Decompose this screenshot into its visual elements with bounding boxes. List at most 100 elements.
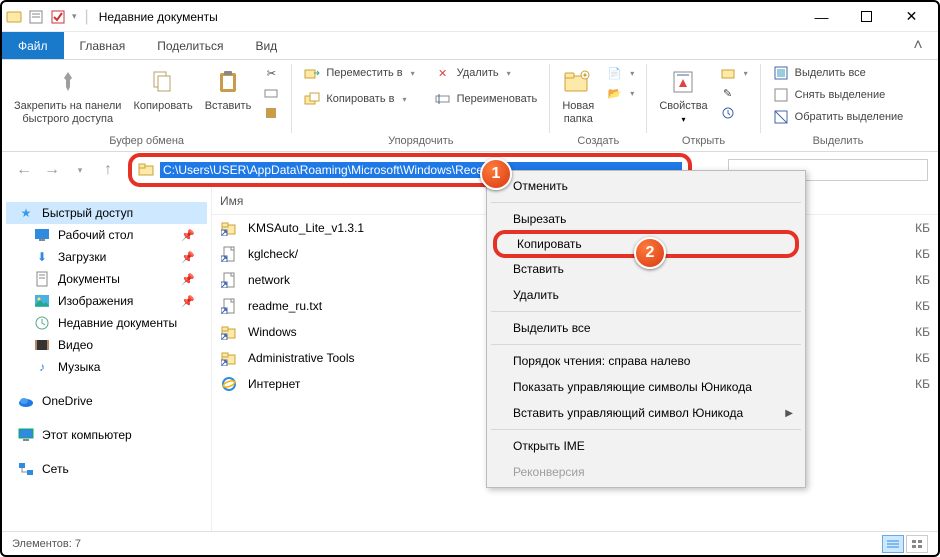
window-controls: — ✕ [799,2,934,32]
copy-path-button[interactable] [259,84,283,102]
history-button[interactable] [716,104,752,122]
ctx-select-all[interactable]: Выделить все [489,315,803,341]
callout-badge-1: 1 [480,158,512,190]
select-all-icon [773,65,789,81]
invert-selection-button[interactable]: Обратить выделение [769,108,908,126]
sidebar-this-pc[interactable]: Этот компьютер [6,424,207,446]
file-size: КБ [870,273,930,287]
ctx-divider [491,202,801,203]
ctx-read-order[interactable]: Порядок чтения: справа налево [489,348,803,374]
rename-button[interactable]: Переименовать [431,90,542,108]
sidebar-recent[interactable]: Недавние документы [6,312,207,334]
group-new: ✦ Новая папка 📄▾ 📂▾ Создать [550,60,646,151]
new-item-icon: 📄 [606,65,622,81]
sidebar-pictures[interactable]: Изображения📌 [6,290,207,312]
open-button[interactable]: ▾ [716,64,752,82]
properties-button[interactable]: Свойства ▾ [653,62,713,128]
open-icon [720,65,736,81]
minimize-button[interactable]: — [799,2,844,32]
ctx-reconversion: Реконверсия [489,459,803,485]
music-icon: ♪ [34,359,50,375]
group-select: Выделить все Снять выделение Обратить вы… [761,60,916,151]
pin-button[interactable]: Закрепить на панели быстрого доступа [8,62,127,129]
pin-icon: 📌 [181,229,195,242]
pin-icon: 📌 [181,273,195,286]
tab-share[interactable]: Поделиться [141,32,239,59]
sidebar-desktop[interactable]: Рабочий стол📌 [6,224,207,246]
select-all-button[interactable]: Выделить все [769,64,908,82]
pin-icon: 📌 [181,295,195,308]
sidebar-quick-access[interactable]: ★Быстрый доступ [6,202,207,224]
close-button[interactable]: ✕ [889,2,934,32]
qat-properties-icon[interactable] [28,9,44,25]
new-item-button[interactable]: 📄▾ [602,64,638,82]
file-type-icon [220,271,238,289]
forward-button[interactable]: → [40,158,64,182]
ctx-open-ime[interactable]: Открыть IME [489,433,803,459]
pc-icon [18,427,34,443]
rename-icon [435,91,451,107]
view-details-button[interactable] [882,535,904,553]
downloads-icon: ⬇ [34,249,50,265]
group-organize: Переместить в▾ Копировать в▾ ✕Удалить▾ П… [292,60,549,151]
pictures-icon [34,293,50,309]
properties-icon [667,66,699,98]
file-type-icon [220,349,238,367]
up-button[interactable]: ↑ [96,158,120,182]
ribbon-tabs: Файл Главная Поделиться Вид ˄ [2,32,938,60]
maximize-button[interactable] [844,2,889,32]
copy-to-button[interactable]: Копировать в▾ [300,90,418,108]
desktop-icon [34,227,50,243]
new-folder-button[interactable]: ✦ Новая папка [556,62,600,129]
paste-shortcut-button[interactable] [259,104,283,122]
sidebar-documents[interactable]: Документы📌 [6,268,207,290]
copy-to-icon [304,91,320,107]
sidebar-music[interactable]: ♪Музыка [6,356,207,378]
quick-access-toolbar: ▾ | [6,8,91,26]
file-size: КБ [870,325,930,339]
shortcut-icon [263,105,279,121]
tab-view[interactable]: Вид [239,32,293,59]
ctx-cut[interactable]: Вырезать [489,206,803,232]
ctx-undo[interactable]: Отменить [489,173,803,199]
qat-checkbox-icon[interactable] [50,9,66,25]
ctx-delete[interactable]: Удалить [489,282,803,308]
sidebar-onedrive[interactable]: OneDrive [6,390,207,412]
sidebar-network[interactable]: Сеть [6,458,207,480]
easy-access-button[interactable]: 📂▾ [602,84,638,102]
copy-button[interactable]: Копировать [127,62,198,117]
ribbon-expand-icon[interactable]: ˄ [898,32,938,59]
file-size: КБ [870,351,930,365]
history-icon [720,105,736,121]
back-button[interactable]: ← [12,158,36,182]
tab-file[interactable]: Файл [2,32,64,59]
delete-button[interactable]: ✕Удалить▾ [431,64,542,82]
status-item-count: Элементов: 7 [12,538,81,550]
history-dropdown[interactable]: ▾ [68,158,92,182]
qat-separator: | [85,8,89,26]
sidebar-videos[interactable]: Видео [6,334,207,356]
select-none-button[interactable]: Снять выделение [769,86,908,104]
file-type-icon [220,245,238,263]
star-icon: ★ [18,205,34,221]
easy-access-icon: 📂 [606,85,622,101]
ctx-show-unicode[interactable]: Показать управляющие символы Юникода [489,374,803,400]
documents-icon [34,271,50,287]
sidebar-downloads[interactable]: ⬇Загрузки📌 [6,246,207,268]
delete-icon: ✕ [435,65,451,81]
new-folder-icon: ✦ [562,66,594,98]
ctx-divider [491,429,801,430]
file-size: КБ [870,221,930,235]
paste-button[interactable]: Вставить [199,62,258,117]
path-icon [263,85,279,101]
move-to-button[interactable]: Переместить в▾ [300,64,418,82]
pin-icon [52,66,84,98]
cut-small-button[interactable]: ✂ [259,64,283,82]
ctx-insert-unicode[interactable]: Вставить управляющий символ Юникода▶ [489,400,803,426]
view-large-icons-button[interactable] [906,535,928,553]
tab-home[interactable]: Главная [64,32,142,59]
qat-dropdown-icon[interactable]: ▾ [72,11,77,22]
copy-icon [147,66,179,98]
nav-sidebar: ★Быстрый доступ Рабочий стол📌 ⬇Загрузки📌… [2,188,212,531]
edit-button[interactable]: ✎ [716,84,752,102]
